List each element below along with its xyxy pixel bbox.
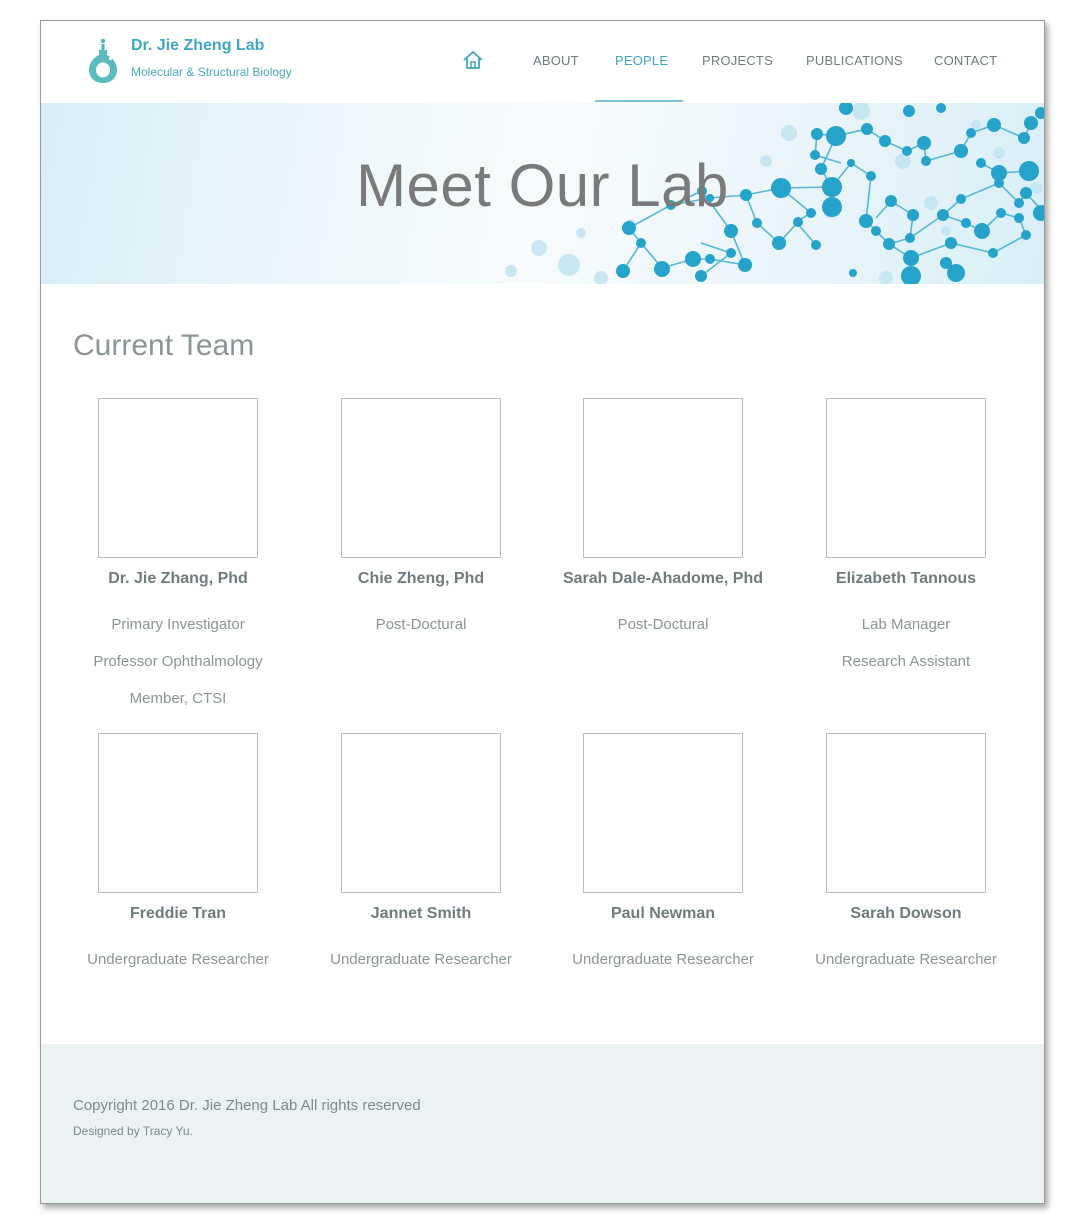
member-role: Primary Investigator: [111, 616, 245, 633]
nav-about[interactable]: ABOUT: [533, 53, 579, 68]
member-photo: [583, 733, 743, 893]
member-photo: [583, 398, 743, 558]
member-role: Research Assistant: [841, 653, 971, 670]
member-photo: [98, 398, 258, 558]
member-roles: Lab Manager Research Assistant: [785, 606, 1027, 680]
page-frame: Dr. Jie Zheng Lab Molecular & Structural…: [40, 20, 1045, 1204]
nav-projects[interactable]: PROJECTS: [702, 53, 773, 68]
member-role: Member, CTSI: [129, 690, 227, 707]
nav-publications[interactable]: PUBLICATIONS: [806, 53, 903, 68]
member-name: Chie Zheng, Phd: [357, 570, 485, 587]
designer-credit: Designed by Tracy Yu.: [73, 1124, 193, 1138]
nav-people[interactable]: PEOPLE: [615, 53, 668, 68]
member-role: Undergraduate Researcher: [572, 951, 754, 968]
member-roles: Primary Investigator Professor Ophthalmol…: [57, 606, 299, 717]
site-footer: Copyright 2016 Dr. Jie Zheng Lab All rig…: [41, 1044, 1044, 1203]
team-member-card: Elizabeth Tannous Lab Manager Research Ass…: [785, 398, 1027, 680]
member-role: Post-Doctural: [617, 616, 709, 633]
member-role: Undergraduate Researcher: [87, 951, 269, 968]
member-name: Freddie Tran: [129, 905, 227, 922]
member-photo: [341, 398, 501, 558]
member-name: Dr. Jie Zhang, Phd: [108, 570, 248, 587]
brand-subtitle: Molecular & Structural Biology: [131, 65, 292, 79]
member-name: Paul Newman: [610, 905, 716, 922]
member-photo: [826, 733, 986, 893]
member-role: Lab Manager: [861, 616, 951, 633]
member-name: Jannet Smith: [370, 905, 472, 922]
flask-icon: [89, 38, 117, 83]
member-role: Undergraduate Researcher: [330, 951, 512, 968]
team-member-card: Sarah Dale-Ahadome, Phd Post-Doctural: [542, 398, 784, 643]
member-name: Elizabeth Tannous: [835, 570, 977, 587]
member-name: Sarah Dale-Ahadome, Phd: [562, 570, 764, 587]
member-roles: Undergraduate Researcher: [785, 941, 1027, 978]
member-roles: Post-Doctural: [300, 606, 542, 643]
team-member-card: Dr. Jie Zhang, Phd Primary Investigator Pr…: [57, 398, 299, 717]
member-role: Undergraduate Researcher: [815, 951, 997, 968]
member-name: Sarah Dowson: [850, 905, 962, 922]
member-roles: Post-Doctural: [542, 606, 784, 643]
brand-name[interactable]: Dr. Jie Zheng Lab: [131, 37, 264, 55]
copyright-text: Copyright 2016 Dr. Jie Zheng Lab All rig…: [73, 1097, 421, 1114]
member-photo: [826, 398, 986, 558]
member-roles: Undergraduate Researcher: [57, 941, 299, 978]
home-icon[interactable]: [462, 49, 484, 71]
team-member-card: Sarah Dowson Undergraduate Researcher: [785, 733, 1027, 978]
member-roles: Undergraduate Researcher: [300, 941, 542, 978]
hero-title: Meet Our Lab: [356, 152, 729, 219]
team-member-card: Chie Zheng, Phd Post-Doctural: [300, 398, 542, 643]
member-photo: [98, 733, 258, 893]
member-photo: [341, 733, 501, 893]
nav-contact[interactable]: CONTACT: [934, 53, 997, 68]
site-header: Dr. Jie Zheng Lab Molecular & Structural…: [41, 21, 1044, 103]
member-role: Post-Doctural: [375, 616, 467, 633]
member-roles: Undergraduate Researcher: [542, 941, 784, 978]
hero-banner: Meet Our Lab: [41, 103, 1044, 284]
team-member-card: Paul Newman Undergraduate Researcher: [542, 733, 784, 978]
team-member-card: Jannet Smith Undergraduate Researcher: [300, 733, 542, 978]
team-member-card: Freddie Tran Undergraduate Researcher: [57, 733, 299, 978]
section-title-current-team: Current Team: [73, 329, 255, 362]
active-nav-indicator: [595, 100, 683, 102]
member-role: Professor Ophthalmology: [93, 653, 263, 670]
